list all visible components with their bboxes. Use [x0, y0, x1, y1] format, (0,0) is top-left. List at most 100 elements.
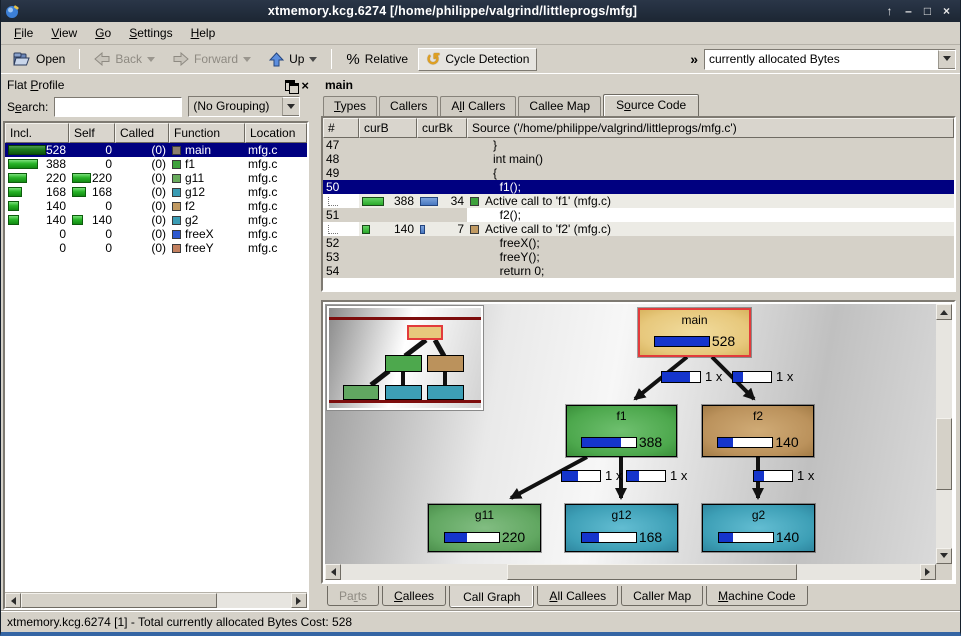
column-function[interactable]: Function	[169, 123, 245, 143]
tab-callers[interactable]: Callers	[379, 96, 438, 116]
main-area: Flat Profile × Search: (No Grouping) Inc…	[1, 74, 960, 610]
source-line[interactable]: 48 int main()	[323, 152, 954, 166]
maximize-button[interactable]: □	[918, 2, 937, 20]
flat-profile-hscrollbar[interactable]	[5, 592, 307, 608]
relative-button[interactable]: % Relative	[338, 47, 416, 72]
scroll-thumb[interactable]	[21, 593, 217, 608]
column-called[interactable]: Called	[115, 123, 169, 143]
horizontal-splitter[interactable]	[321, 292, 956, 300]
scroll-up-icon[interactable]	[936, 304, 952, 320]
table-row-g12[interactable]: 168 168 (0) g12 mfg.c	[5, 185, 307, 199]
table-row-freeX[interactable]: 0 0 (0) freeX mfg.c	[5, 227, 307, 241]
scroll-thumb[interactable]	[507, 564, 797, 580]
table-row-f2[interactable]: 140 0 (0) f2 mfg.c	[5, 199, 307, 213]
toolbar-separator	[79, 49, 80, 69]
source-line[interactable]: 49 {	[323, 166, 954, 180]
table-row-g11[interactable]: 220 220 (0) g11 mfg.c	[5, 171, 307, 185]
forward-button[interactable]: Forward	[165, 48, 259, 70]
active-call-row-f2[interactable]: 140 7 Active call to 'f2' (mfg.c)	[323, 222, 954, 236]
menu-file[interactable]: File	[5, 24, 42, 42]
minimap-view-rect	[327, 317, 483, 403]
source-line[interactable]: 52 freeX();	[323, 236, 954, 250]
scroll-right-icon[interactable]	[920, 564, 936, 580]
scroll-down-icon[interactable]	[936, 548, 952, 564]
source-line[interactable]: 47 }	[323, 138, 954, 152]
search-label: Search:	[7, 100, 48, 114]
scroll-right-icon[interactable]	[291, 593, 307, 608]
source-line[interactable]: 53 freeY();	[323, 250, 954, 264]
active-call-row-f1[interactable]: 388 34 Active call to 'f1' (mfg.c)	[323, 194, 954, 208]
column-source[interactable]: Source ('/home/philippe/valgrind/littlep…	[467, 118, 954, 138]
shade-button[interactable]: ↑	[880, 2, 899, 20]
tab-caller-map[interactable]: Caller Map	[621, 586, 703, 606]
source-line[interactable]: 51 f2();	[323, 208, 954, 222]
column-location[interactable]: Location	[245, 123, 307, 143]
graph-node-g12[interactable]: g12 168	[565, 504, 678, 552]
tab-parts[interactable]: Parts	[327, 586, 379, 606]
tab-call-graph[interactable]: Call Graph	[449, 586, 534, 608]
back-dropdown-icon	[147, 57, 155, 66]
back-button[interactable]: Back	[86, 48, 163, 70]
search-input[interactable]	[54, 97, 182, 117]
table-row-g2[interactable]: 140 140 (0) g2 mfg.c	[5, 213, 307, 227]
menu-view[interactable]: View	[42, 24, 86, 42]
menu-settings[interactable]: Settings	[120, 24, 181, 42]
graph-node-main[interactable]: main 528	[638, 308, 751, 357]
tab-types[interactable]: Types	[323, 96, 377, 116]
toolbar-overflow-button[interactable]: »	[686, 51, 702, 67]
scroll-left-icon[interactable]	[325, 564, 341, 580]
curB-bar	[362, 197, 384, 206]
cycle-detection-button[interactable]: ↺ Cycle Detection	[418, 48, 537, 71]
table-row-freeY[interactable]: 0 0 (0) freeY mfg.c	[5, 241, 307, 255]
call-graph-canvas[interactable]: main 528 f1 388 f2 140 g11 220	[325, 304, 936, 564]
combo-arrow-icon[interactable]	[938, 50, 955, 69]
open-button[interactable]: Open	[5, 48, 73, 71]
tab-callee-map[interactable]: Callee Map	[518, 96, 601, 116]
close-button[interactable]: ×	[937, 2, 956, 20]
dock-float-icon[interactable]	[284, 79, 298, 92]
table-body: 528 0 (0) main mfg.c 388 0 (0) f1 mfg.c	[5, 143, 307, 592]
dock-close-icon[interactable]: ×	[301, 79, 309, 92]
detail-tabbar: Types Callers All Callers Callee Map Sou…	[321, 94, 956, 116]
table-row-main[interactable]: 528 0 (0) main mfg.c	[5, 143, 307, 157]
source-line-selected[interactable]: 50 f1();	[323, 180, 954, 194]
menu-go[interactable]: Go	[86, 24, 120, 42]
column-self[interactable]: Self	[69, 123, 115, 143]
status-text: xtmemory.kcg.6274 [1] - Total currently …	[7, 615, 352, 629]
graph-node-g2[interactable]: g2 140	[702, 504, 815, 552]
table-row-f1[interactable]: 388 0 (0) f1 mfg.c	[5, 157, 307, 171]
tab-all-callees[interactable]: All Callees	[537, 586, 618, 606]
self-bar	[72, 187, 86, 197]
graph-node-f2[interactable]: f2 140	[702, 405, 814, 457]
graph-hscrollbar[interactable]	[325, 564, 936, 580]
menu-help[interactable]: Help	[182, 24, 225, 42]
column-incl[interactable]: Incl.	[5, 123, 69, 143]
grouping-select[interactable]: (No Grouping)	[188, 96, 300, 117]
source-line[interactable]: 54 return 0;	[323, 264, 954, 278]
graph-node-f1[interactable]: f1 388	[566, 405, 677, 457]
tab-callees[interactable]: Callees	[382, 586, 446, 606]
vertical-splitter[interactable]	[311, 74, 321, 610]
tab-all-callers[interactable]: All Callers	[440, 96, 516, 116]
minimize-button[interactable]: –	[899, 2, 918, 20]
cost-bar	[444, 532, 500, 543]
tab-source-code[interactable]: Source Code	[603, 94, 699, 116]
graph-vscrollbar[interactable]	[936, 304, 952, 564]
graph-overview-minimap[interactable]	[327, 306, 483, 410]
window-title: xtmemory.kcg.6274 [/home/philippe/valgri…	[25, 4, 880, 18]
scroll-left-icon[interactable]	[5, 593, 21, 608]
combo-arrow-icon[interactable]	[282, 97, 299, 116]
up-button[interactable]: Up	[261, 48, 325, 71]
call-graph-view: main 528 f1 388 f2 140 g11 220	[321, 300, 956, 584]
dock-title: Flat Profile	[7, 78, 281, 92]
column-curB[interactable]: curB	[359, 118, 417, 138]
function-color-icon	[172, 146, 181, 155]
event-type-select[interactable]: currently allocated Bytes	[704, 49, 956, 70]
edge-label-f1-g12: 1 x	[626, 468, 687, 483]
column-line-number[interactable]: #	[323, 118, 359, 138]
column-curBk[interactable]: curBk	[417, 118, 467, 138]
tab-machine-code[interactable]: Machine Code	[706, 586, 807, 606]
graph-node-g11[interactable]: g11 220	[428, 504, 541, 552]
app-window: xtmemory.kcg.6274 [/home/philippe/valgri…	[0, 0, 961, 636]
scroll-thumb[interactable]	[936, 418, 952, 490]
